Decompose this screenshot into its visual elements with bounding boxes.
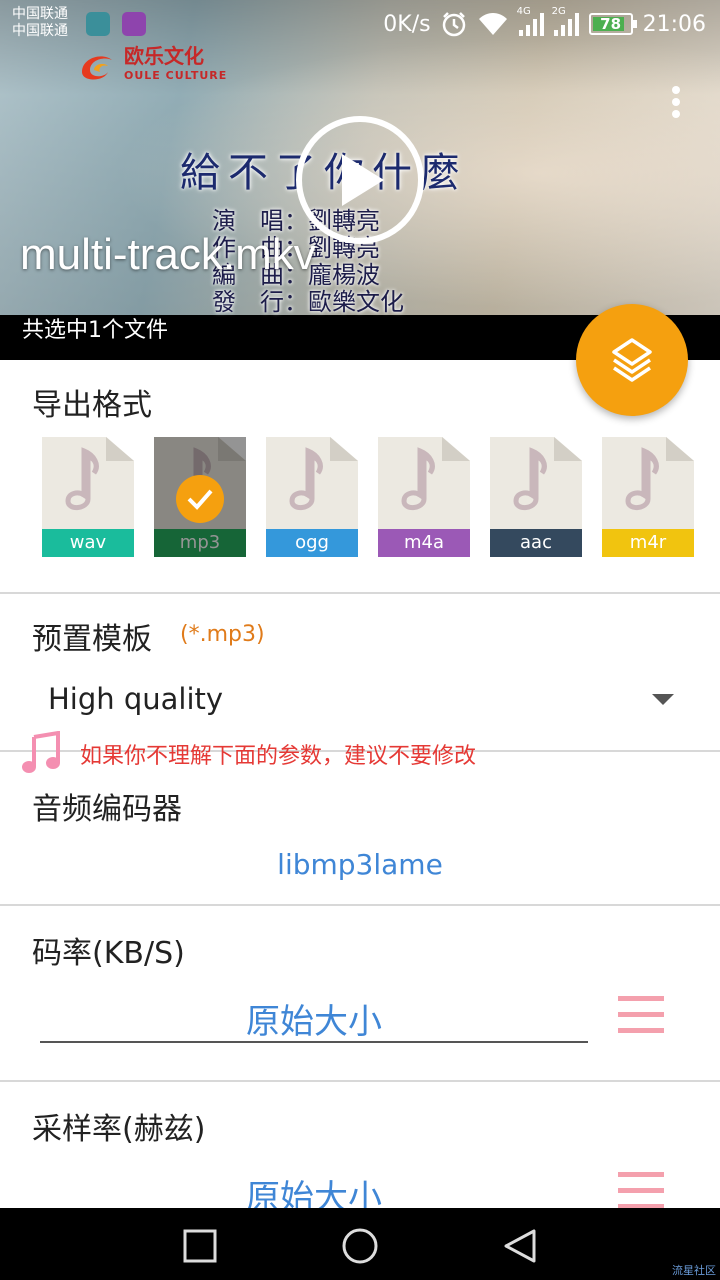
format-aac[interactable]: aac [490, 437, 582, 557]
play-button[interactable] [296, 116, 424, 244]
divider [0, 904, 720, 906]
recents-icon[interactable] [182, 1228, 218, 1264]
net-type-2: 2G [551, 6, 566, 17]
selected-count: 共选中1个文件 [22, 318, 168, 343]
watermark: 流星社区 [672, 1264, 716, 1277]
signal-2g-icon: 2G [552, 6, 579, 36]
battery-icon: 78 [588, 13, 637, 35]
check-icon [176, 475, 224, 523]
format-label: m4a [378, 529, 470, 557]
file-name: multi-track.mkv [20, 230, 316, 279]
layers-fab-button[interactable] [576, 304, 688, 416]
gallery-notification-icon [122, 12, 146, 36]
home-icon[interactable] [340, 1228, 380, 1268]
back-icon[interactable] [502, 1228, 538, 1264]
format-ogg[interactable]: ogg [266, 437, 358, 557]
music-note-icon [513, 447, 547, 510]
channel-logo: 欧乐文化 OULE CULTURE [78, 46, 227, 86]
format-wav[interactable]: wav [42, 437, 134, 557]
net-speed: 0K/s [383, 11, 431, 37]
status-bar: 中国联通 中国联通 0K/s 4G 2G 78 21:06 [0, 0, 720, 46]
carrier-1: 中国联通 [12, 6, 68, 22]
format-label: m4r [602, 529, 694, 557]
warning-text: 如果你不理解下面的参数，建议不要修改 [80, 744, 477, 769]
bitrate-list-icon[interactable] [618, 996, 664, 1034]
logo-main-text: 欧乐文化 [124, 44, 204, 68]
music-note-icon [65, 447, 99, 510]
divider [0, 592, 720, 594]
encoder-heading: 音频编码器 [32, 792, 182, 827]
preset-heading: 预置模板 [32, 622, 152, 657]
sample-rate-list-icon[interactable] [618, 1172, 664, 1210]
more-options-icon[interactable] [664, 84, 688, 124]
bitrate-heading: 码率(KB/S) [32, 936, 185, 971]
format-m4r[interactable]: m4r [602, 437, 694, 557]
music-note-icon [625, 447, 659, 510]
logo-sub-text: OULE CULTURE [124, 69, 228, 82]
status-right: 0K/s 4G 2G 78 21:06 [383, 6, 706, 42]
clock: 21:06 [642, 11, 706, 37]
video-preview[interactable]: 欧乐文化 OULE CULTURE 給不了你什麼 演 唱：劉轉亮 作 曲：劉轉亮… [0, 0, 720, 360]
bitrate-underline [40, 1041, 588, 1043]
wifi-icon [478, 13, 507, 35]
music-note-icon [289, 447, 323, 510]
play-icon [342, 154, 384, 206]
sample-rate-heading: 采样率(赫兹) [32, 1112, 206, 1147]
format-list: wav mp3 ogg m4a aac m4r [42, 437, 720, 557]
preset-extension-hint: (*.mp3) [180, 622, 265, 647]
export-format-heading: 导出格式 [32, 388, 152, 423]
divider [0, 1080, 720, 1082]
music-note-icon [401, 447, 435, 510]
swirl-logo-icon [82, 56, 112, 80]
battery-level: 78 [600, 15, 622, 33]
format-label: wav [42, 529, 134, 557]
format-mp3[interactable]: mp3 [154, 437, 246, 557]
dropdown-arrow-icon[interactable] [652, 694, 674, 705]
signal-4g-icon: 4G [517, 6, 544, 36]
navigation-bar [0, 1208, 720, 1280]
carrier-2: 中国联通 [12, 23, 68, 39]
net-type-1: 4G [516, 6, 531, 17]
logo-text: 欧乐文化 OULE CULTURE [124, 46, 227, 86]
encoder-value[interactable]: libmp3lame [0, 848, 720, 881]
format-m4a[interactable]: m4a [378, 437, 470, 557]
music-note-warning-icon [22, 731, 60, 773]
format-label: ogg [266, 529, 358, 557]
preset-dropdown[interactable]: High quality [48, 682, 223, 716]
bitrate-input[interactable]: 原始大小 [40, 994, 588, 1043]
alarm-icon [442, 12, 465, 37]
android-notification-icon [86, 12, 110, 36]
format-label: aac [490, 529, 582, 557]
carrier-info: 中国联通 中国联通 [12, 6, 68, 40]
layers-icon [612, 338, 652, 382]
